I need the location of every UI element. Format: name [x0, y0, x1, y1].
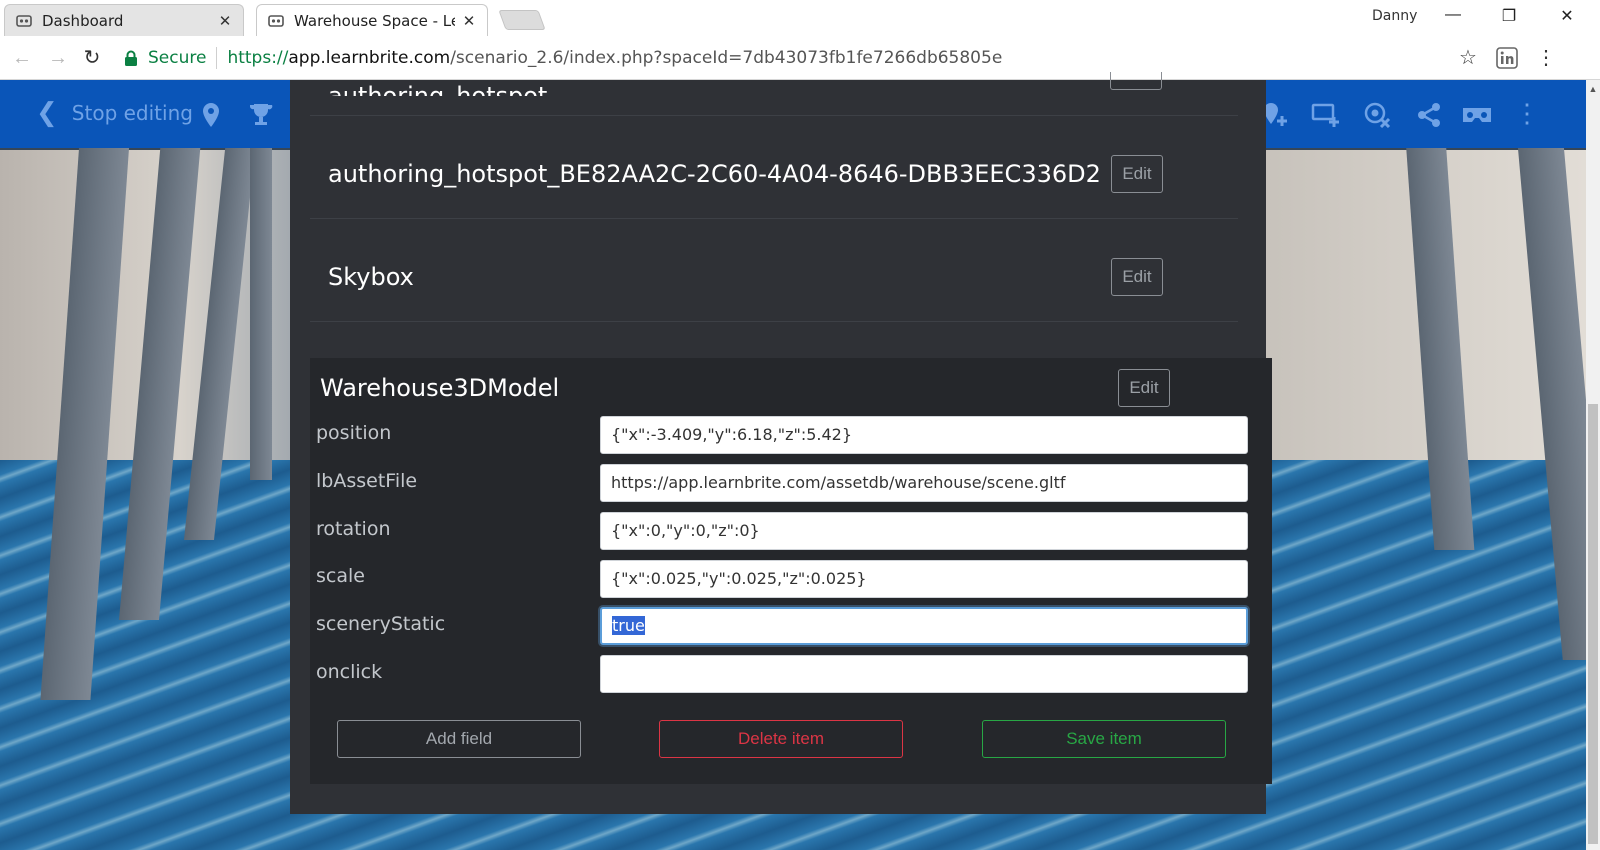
close-tab-icon[interactable]: ✕ [217, 12, 233, 30]
add-screen-icon[interactable] [1310, 100, 1340, 130]
share-icon[interactable] [1414, 100, 1444, 130]
item-title: Warehouse3DModel [320, 374, 560, 402]
close-window-icon[interactable]: ✕ [1554, 6, 1580, 30]
tab-warehouse-space[interactable]: Warehouse Space - Learr ✕ [256, 4, 488, 36]
restore-icon[interactable]: ❐ [1496, 6, 1522, 30]
lock-icon [125, 50, 137, 66]
minimize-icon[interactable]: — [1440, 6, 1466, 30]
position-input[interactable]: {"x":-3.409,"y":6.18,"z":5.42} [600, 416, 1248, 454]
field-label: onclick [316, 661, 383, 683]
remove-target-icon[interactable] [1362, 100, 1392, 130]
trophy-icon[interactable] [246, 100, 276, 130]
reload-icon[interactable]: ↻ [80, 46, 104, 70]
bookmark-star-icon[interactable]: ☆ [1456, 46, 1480, 70]
delete-item-button[interactable]: Delete item [659, 720, 903, 758]
edit-button[interactable]: Edit [1111, 155, 1163, 193]
edit-button[interactable]: Edit [1111, 258, 1163, 296]
scenerystatic-input[interactable]: true [600, 607, 1248, 645]
add-field-button[interactable]: Add field [337, 720, 581, 758]
field-label: position [316, 422, 392, 444]
tab-title: Warehouse Space - Learr [294, 11, 455, 30]
scrollbar-thumb[interactable] [1588, 404, 1598, 844]
edit-button[interactable] [1110, 72, 1162, 90]
item-title: authoring_hotspot_BE82AA2C-2C60-4A04-864… [328, 160, 1101, 188]
chevron-left-icon: ❮ [36, 98, 58, 128]
learnbrite-favicon-icon [268, 14, 284, 27]
field-label: rotation [316, 518, 391, 540]
url-scheme: https:// [227, 48, 289, 68]
item-title: Skybox [328, 263, 414, 291]
profile-name[interactable]: Danny [1372, 8, 1417, 24]
selected-text: true [612, 616, 645, 635]
page-scrollbar[interactable]: ▲ [1586, 80, 1600, 850]
warehouse-pillar [250, 140, 272, 480]
forward-arrow-icon[interactable]: → [46, 46, 70, 70]
new-tab-button[interactable] [498, 10, 546, 30]
field-label: sceneryStatic [316, 613, 446, 635]
back-arrow-icon[interactable]: ← [10, 46, 34, 70]
vr-headset-icon[interactable] [1460, 100, 1494, 130]
field-label: scale [316, 565, 365, 587]
linkedin-extension-icon[interactable] [1496, 47, 1518, 69]
stop-editing-label: Stop editing [71, 101, 193, 125]
list-item: authoring_hotspot_BE82AA2C-2C60-4A04-864… [310, 116, 1238, 219]
tab-dashboard[interactable]: Dashboard ✕ [4, 4, 244, 36]
scale-input[interactable]: {"x":0.025,"y":0.025,"z":0.025} [600, 560, 1248, 598]
more-vertical-icon[interactable]: ⋮ [1514, 98, 1540, 129]
list-item: authoring_hotspot_ [310, 40, 1238, 116]
secure-label: Secure [148, 48, 207, 68]
location-pin-icon[interactable] [196, 100, 226, 130]
save-item-button[interactable]: Save item [982, 720, 1226, 758]
tab-title: Dashboard [42, 11, 124, 30]
edit-button[interactable]: Edit [1118, 369, 1170, 407]
learnbrite-favicon-icon [16, 14, 32, 27]
browser-tab-strip: Dashboard ✕ Warehouse Space - Learr ✕ Da… [0, 0, 1600, 36]
onclick-input[interactable] [600, 655, 1248, 693]
item-title: authoring_hotspot_ [328, 82, 560, 96]
lbassetfile-input[interactable]: https://app.learnbrite.com/assetdb/wareh… [600, 464, 1248, 502]
scene-items-panel: authoring_hotspot_ authoring_hotspot_BE8… [290, 72, 1272, 814]
menu-more-icon[interactable]: ⋮ [1534, 46, 1558, 70]
divider [216, 47, 218, 69]
stop-editing-button[interactable]: ❮ Stop editing [36, 98, 193, 128]
scroll-up-arrow-icon[interactable]: ▲ [1586, 84, 1600, 94]
list-item: Skybox Edit [310, 219, 1238, 322]
field-label: lbAssetFile [316, 470, 418, 492]
expanded-item-editor: Warehouse3DModel Edit position {"x":-3.4… [310, 358, 1272, 784]
close-tab-icon[interactable]: ✕ [461, 12, 477, 30]
rotation-input[interactable]: {"x":0,"y":0,"z":0} [600, 512, 1248, 550]
